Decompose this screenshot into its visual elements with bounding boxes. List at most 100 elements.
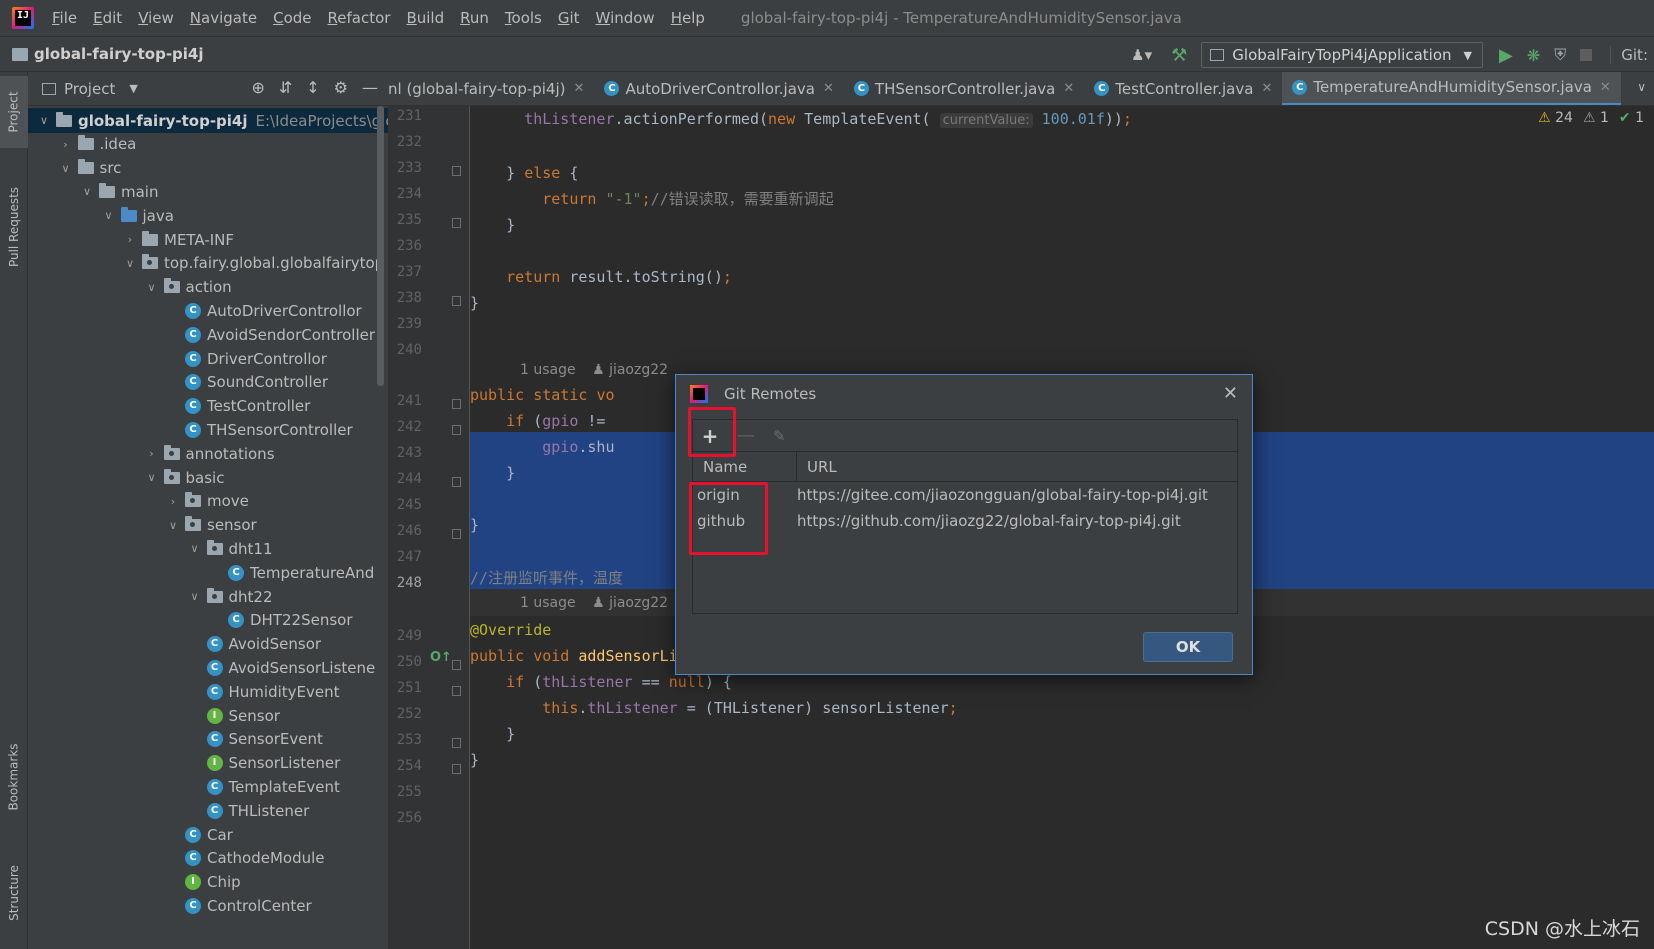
chevron-down-icon[interactable]: ∨ (122, 257, 138, 270)
close-icon[interactable]: ✕ (1223, 383, 1238, 404)
tree-item[interactable]: C CathodeModule (28, 846, 388, 871)
menu-file[interactable]: File (52, 9, 77, 27)
editor-tab[interactable]: C THSensorController.java ✕ (844, 72, 1084, 105)
fold-marker-icon[interactable] (452, 218, 461, 228)
editor-tab[interactable]: C TemperatureAndHumiditySensor.java ✕ (1282, 72, 1621, 105)
editor-tab[interactable]: C TestController.java ✕ (1084, 72, 1282, 105)
add-remote-plus-icon[interactable]: + (701, 424, 719, 448)
fold-marker-icon[interactable] (452, 660, 461, 670)
project-view-selector[interactable]: Project (64, 80, 115, 98)
tree-item[interactable]: C HumidityEvent (28, 679, 388, 704)
tree-item[interactable]: › annotations (28, 441, 388, 466)
tree-item[interactable]: ∨ sensor (28, 513, 388, 538)
chevron-down-icon[interactable]: ∨ (144, 281, 160, 294)
user-icon[interactable]: ♟▾ (1131, 46, 1161, 64)
tree-item[interactable]: C AutoDriverControllor (28, 298, 388, 323)
tree-item[interactable]: ∨ src (28, 156, 388, 181)
fold-marker-icon[interactable] (452, 425, 461, 435)
gear-icon[interactable]: ⚙ (334, 78, 348, 97)
expand-all-icon[interactable]: ⇵ (279, 78, 292, 97)
tree-item[interactable]: C THSensorController (28, 417, 388, 442)
fold-marker-icon[interactable] (452, 764, 461, 774)
menu-view[interactable]: View (138, 9, 174, 27)
fold-marker-icon[interactable] (452, 529, 461, 539)
tree-item[interactable]: C TestController (28, 394, 388, 419)
chevron-down-icon[interactable]: ∨ (187, 542, 203, 555)
debug-bug-icon[interactable]: ❋ (1527, 46, 1540, 65)
tree-item[interactable]: I SensorListener (28, 751, 388, 776)
tree-item[interactable]: C DHT22Sensor (28, 608, 388, 633)
tree-item[interactable]: ∨ top.fairy.global.globalfairytop (28, 251, 388, 276)
chevron-down-icon[interactable]: ∨ (144, 471, 160, 484)
fold-marker-icon[interactable] (452, 399, 461, 409)
edit-remote-pencil-icon[interactable]: ✎ (773, 427, 786, 445)
column-header-url[interactable]: URL (797, 452, 837, 481)
tree-item[interactable]: I Sensor (28, 703, 388, 728)
tree-item[interactable]: ∨ basic (28, 465, 388, 490)
fold-marker-icon[interactable] (452, 296, 461, 306)
tree-item[interactable]: C AvoidSensorListene (28, 655, 388, 680)
tree-item[interactable]: C SoundController (28, 370, 388, 395)
menu-tools[interactable]: Tools (505, 9, 542, 27)
tree-item[interactable]: C ControlCenter (28, 893, 388, 918)
tree-item[interactable]: C DriverControllor (28, 346, 388, 371)
menu-navigate[interactable]: Navigate (190, 9, 257, 27)
tree-item[interactable]: › move (28, 489, 388, 514)
collapse-all-icon[interactable]: ↕ (306, 78, 319, 97)
chevron-right-icon[interactable]: › (144, 447, 160, 460)
chevron-down-icon[interactable]: ∨ (36, 114, 52, 127)
menu-git[interactable]: Git (558, 9, 580, 27)
tree-item[interactable]: C THListener (28, 798, 388, 823)
tree-item[interactable]: › META-INF (28, 227, 388, 252)
tool-tab-bookmarks[interactable]: Bookmarks (0, 727, 28, 827)
chevron-right-icon[interactable]: › (165, 495, 181, 508)
chevron-right-icon[interactable]: › (58, 138, 74, 151)
tree-item[interactable]: ∨ main (28, 179, 388, 204)
tree-item[interactable]: › .idea (28, 132, 388, 157)
remove-remote-minus-icon[interactable]: — (737, 425, 755, 446)
tree-item[interactable]: C TemplateEvent (28, 774, 388, 799)
fold-marker-icon[interactable] (452, 686, 461, 696)
tree-item[interactable]: C Car (28, 822, 388, 847)
chevron-down-icon[interactable]: ∨ (165, 519, 181, 532)
close-tab-icon[interactable]: ✕ (1261, 81, 1272, 96)
stop-icon[interactable] (1580, 49, 1593, 61)
close-tab-icon[interactable]: ✕ (823, 81, 834, 96)
menu-code[interactable]: Code (273, 9, 311, 27)
chevron-down-icon[interactable]: ∨ (101, 209, 117, 222)
editor-tab[interactable]: C AutoDriverControllor.java ✕ (594, 72, 843, 105)
chevron-right-icon[interactable]: › (122, 233, 138, 246)
table-row[interactable]: origin https://gitee.com/jiaozongguan/gl… (693, 482, 1237, 508)
menu-help[interactable]: Help (671, 9, 705, 27)
tree-item[interactable]: ∨ java (28, 203, 388, 228)
menu-run[interactable]: Run (460, 9, 489, 27)
tree-item[interactable]: ∨ action (28, 275, 388, 300)
tool-tab-project[interactable]: Project (0, 76, 28, 148)
run-icon[interactable]: ▶ (1499, 45, 1513, 66)
tool-tab-pull-requests[interactable]: Pull Requests (0, 168, 28, 286)
tree-scrollbar[interactable] (377, 106, 384, 386)
tree-item[interactable]: ∨ dht22 (28, 584, 388, 609)
editor-tab[interactable]: nl (global-fairy-top-pi4j) ✕ (388, 72, 594, 105)
column-header-name[interactable]: Name (693, 452, 797, 481)
table-row[interactable]: github https://github.com/jiaozg22/globa… (693, 508, 1237, 534)
menu-refactor[interactable]: Refactor (328, 9, 391, 27)
close-tab-icon[interactable]: ✕ (1600, 80, 1611, 95)
chevron-down-icon[interactable]: ∨ (58, 162, 74, 175)
menu-edit[interactable]: Edit (93, 9, 122, 27)
tree-item[interactable]: ∨ global-fairy-top-pi4j E:\IdeaProjects\gl… (28, 108, 388, 133)
chevron-down-icon[interactable]: ∨ (187, 590, 203, 603)
usage-inlay[interactable]: 1 usage ♟ jiaozg22 (520, 362, 668, 378)
tab-list-chevron-icon[interactable]: ∨ (1637, 80, 1646, 94)
hide-panel-icon[interactable]: — (362, 78, 378, 97)
coverage-shield-icon[interactable]: ⛨ (1554, 45, 1566, 65)
tree-item[interactable]: ∨ dht11 (28, 536, 388, 561)
tree-item[interactable]: I Chip (28, 870, 388, 895)
fold-marker-icon[interactable] (452, 738, 461, 748)
tree-item[interactable]: C SensorEvent (28, 727, 388, 752)
menu-build[interactable]: Build (406, 9, 444, 27)
close-tab-icon[interactable]: ✕ (1063, 81, 1074, 96)
locate-crosshair-icon[interactable]: ⊕ (251, 78, 264, 97)
tool-tab-structure[interactable]: Structure (0, 848, 28, 938)
tree-item[interactable]: C AvoidSensor (28, 632, 388, 657)
